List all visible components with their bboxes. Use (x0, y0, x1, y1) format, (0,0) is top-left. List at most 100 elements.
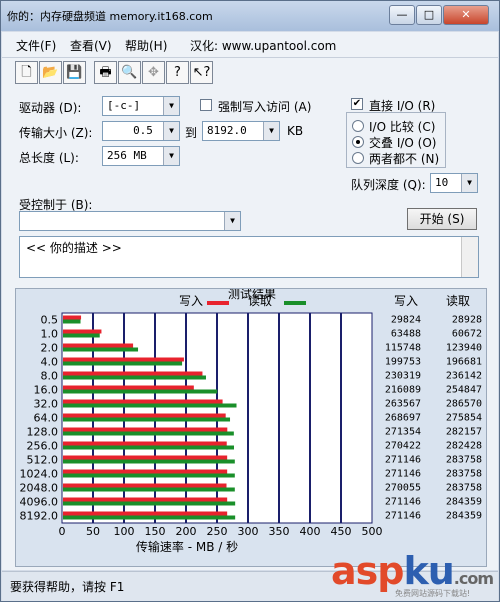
watermark-logo: aspku.com (331, 549, 494, 593)
read-bar (63, 361, 183, 366)
write-value: 63488 (391, 329, 421, 340)
transfer-to-select[interactable]: 8192.0 ▼ (202, 121, 280, 141)
queue-depth-label: 队列深度 (Q): (351, 178, 426, 192)
description-field[interactable]: << 你的描述 >> (19, 236, 479, 278)
close-button[interactable]: ✕ (443, 5, 489, 25)
write-value: 115748 (385, 343, 421, 354)
read-bar (63, 347, 139, 352)
transfer-from-select[interactable]: 0.5 ▼ (102, 121, 180, 141)
chevron-down-icon[interactable]: ▼ (461, 174, 477, 192)
start-button[interactable]: 开始 (S) (407, 208, 477, 230)
context-help-icon[interactable]: ↖? (190, 61, 213, 84)
move-icon[interactable]: ✥ (142, 61, 165, 84)
category-label: 32.0 (34, 398, 59, 411)
x-tick-label: 400 (300, 525, 321, 538)
chevron-down-icon[interactable]: ▼ (163, 147, 179, 165)
watermark-suffix: .com (453, 569, 494, 588)
title-bar[interactable]: 你的：内存硬盘频道 memory.it168.com — □ ✕ (1, 1, 499, 31)
read-value: 283758 (446, 469, 482, 480)
read-value: 286570 (446, 399, 482, 410)
x-tick-label: 200 (176, 525, 197, 538)
total-length-label: 总长度 (L): (19, 151, 79, 165)
read-column-header: 读取 (446, 294, 470, 308)
direct-io-checkbox[interactable]: ✔ (351, 98, 363, 110)
write-bar (63, 371, 203, 376)
save-icon[interactable]: 💾 (63, 61, 86, 84)
open-folder-icon[interactable]: 📂 (39, 61, 62, 84)
read-value: 283758 (446, 455, 482, 466)
drive-select[interactable]: [-c-] ▼ (102, 96, 180, 116)
maximize-button[interactable]: □ (416, 5, 442, 25)
write-bar (63, 329, 102, 334)
chevron-down-icon[interactable]: ▼ (224, 212, 240, 230)
description-scrollbar[interactable] (461, 237, 478, 277)
write-bar (63, 455, 228, 460)
window-title: 你的：内存硬盘频道 memory.it168.com (7, 10, 213, 23)
help-icon[interactable]: ? (166, 61, 189, 84)
write-bar (63, 441, 227, 446)
write-value: 270055 (385, 483, 421, 494)
force-write-label: 强制写入访问 (A) (218, 100, 312, 114)
toolbar: 🗋 📂 💾 🖶 🔍 ✥ ? ↖? (2, 58, 498, 90)
menu-view[interactable]: 查看(V) (70, 37, 112, 54)
category-label: 4096.0 (20, 496, 59, 509)
neither-radio[interactable] (352, 152, 364, 164)
write-bar (63, 469, 228, 474)
read-value: 284359 (446, 497, 482, 508)
write-bar (63, 343, 134, 348)
chevron-down-icon[interactable]: ▼ (163, 122, 179, 140)
x-tick-label: 150 (145, 525, 166, 538)
print-icon[interactable]: 🖶 (94, 61, 117, 84)
minimize-button[interactable]: — (389, 5, 415, 25)
queue-depth-value: 10 (435, 176, 449, 189)
category-label: 64.0 (34, 412, 59, 425)
category-label: 1024.0 (20, 468, 59, 481)
menu-file[interactable]: 文件(F) (16, 37, 56, 54)
menu-localization[interactable]: 汉化: www.upantool.com (190, 37, 336, 54)
category-label: 16.0 (34, 384, 59, 397)
read-legend-label: 读取 (248, 294, 272, 308)
read-value: 196681 (446, 357, 482, 368)
write-value: 29824 (391, 315, 421, 326)
kb-label: KB (287, 124, 304, 138)
new-file-icon[interactable]: 🗋 (15, 61, 38, 84)
read-bar (63, 333, 100, 338)
total-length-value: 256 MB (107, 149, 147, 162)
description-text: << 你的描述 >> (26, 241, 122, 255)
write-column-header: 写入 (394, 294, 418, 308)
controlled-by-select[interactable]: ▼ (19, 211, 241, 231)
print-preview-icon[interactable]: 🔍 (118, 61, 141, 84)
category-label: 8.0 (41, 370, 59, 383)
category-label: 128.0 (27, 426, 59, 439)
neither-label: 两者都不 (N) (369, 152, 440, 166)
chevron-down-icon[interactable]: ▼ (163, 97, 179, 115)
write-value: 263567 (385, 399, 421, 410)
category-label: 0.5 (41, 314, 59, 327)
write-value: 271146 (385, 511, 421, 522)
overlap-io-radio[interactable] (352, 136, 364, 148)
status-text: 要获得帮助，请按 F1 (10, 580, 125, 594)
read-bar (63, 459, 235, 464)
write-bar (63, 385, 194, 390)
total-length-select[interactable]: 256 MB ▼ (102, 146, 180, 166)
io-compare-radio[interactable] (352, 120, 364, 132)
x-tick-label: 500 (362, 525, 383, 538)
read-bar (63, 431, 234, 436)
menu-help[interactable]: 帮助(H) (125, 37, 167, 54)
chevron-down-icon[interactable]: ▼ (263, 122, 279, 140)
category-label: 4.0 (41, 356, 59, 369)
x-axis-label: 传输速率 - MB / 秒 (136, 539, 238, 554)
read-bar (63, 319, 81, 324)
read-bar (63, 501, 236, 506)
x-tick-label: 250 (207, 525, 228, 538)
read-value: 283758 (446, 483, 482, 494)
read-value: 282428 (446, 441, 482, 452)
force-write-checkbox[interactable] (200, 99, 212, 111)
write-bar (63, 511, 228, 516)
category-label: 512.0 (27, 454, 59, 467)
write-bar (63, 427, 228, 432)
read-bar (63, 417, 231, 422)
write-value: 216089 (385, 385, 421, 396)
write-bar (63, 399, 223, 404)
queue-depth-select[interactable]: 10 ▼ (430, 173, 478, 193)
